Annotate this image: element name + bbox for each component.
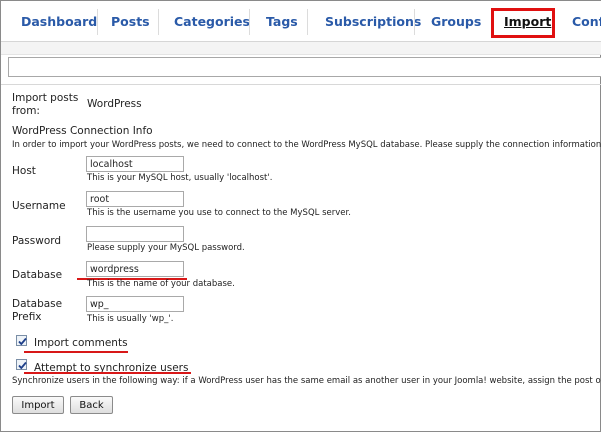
import-from-value: WordPress xyxy=(87,98,142,110)
sync-users-checkbox[interactable] xyxy=(16,359,27,370)
tab-separator xyxy=(414,9,415,35)
password-hint: Please supply your MySQL password. xyxy=(87,243,245,253)
filter-input[interactable] xyxy=(8,57,601,77)
tab-configuration[interactable]: Confi xyxy=(572,14,601,29)
import-button[interactable]: Import xyxy=(12,396,64,414)
tab-separator xyxy=(97,9,98,35)
connection-intro: In order to import your WordPress posts,… xyxy=(12,140,601,150)
password-input[interactable] xyxy=(86,226,184,242)
import-from-label-line2: from: xyxy=(12,105,40,117)
import-comments-checkbox[interactable] xyxy=(16,335,27,346)
tab-separator xyxy=(307,9,308,35)
prefix-hint: This is usually 'wp_'. xyxy=(87,314,174,324)
toolbar-strip xyxy=(1,42,601,55)
database-hint: This is the name of your database. xyxy=(87,279,235,289)
back-button[interactable]: Back xyxy=(70,396,113,414)
tab-separator xyxy=(158,9,159,35)
host-input[interactable] xyxy=(86,156,184,172)
prefix-label-line1: Database xyxy=(12,298,63,310)
database-label: Database xyxy=(12,269,63,281)
prefix-input[interactable] xyxy=(86,296,184,312)
tab-posts[interactable]: Posts xyxy=(111,14,150,29)
tab-categories[interactable]: Categories xyxy=(174,14,250,29)
username-label: Username xyxy=(12,200,66,212)
tab-separator xyxy=(249,9,250,35)
tab-bar: Dashboard Posts Categories Tags Subscrip… xyxy=(1,1,601,42)
divider xyxy=(1,84,601,85)
tab-dashboard[interactable]: Dashboard xyxy=(21,14,97,29)
host-label: Host xyxy=(12,165,36,177)
import-comments-annotation-underline xyxy=(24,351,128,353)
sync-users-annotation-underline xyxy=(24,372,191,374)
username-input[interactable] xyxy=(86,191,184,207)
check-icon xyxy=(18,361,27,370)
host-hint: This is your MySQL host, usually 'localh… xyxy=(87,173,273,183)
tab-groups[interactable]: Groups xyxy=(431,14,481,29)
database-input[interactable] xyxy=(86,261,184,277)
tab-tags[interactable]: Tags xyxy=(266,14,298,29)
password-label: Password xyxy=(12,235,62,247)
sync-users-description: Synchronize users in the following way: … xyxy=(12,376,601,386)
import-from-label-line1: Import posts xyxy=(12,92,79,104)
tab-subscriptions[interactable]: Subscriptions xyxy=(325,14,421,29)
username-hint: This is the username you use to connect … xyxy=(87,208,351,218)
import-comments-label: Import comments xyxy=(34,337,128,349)
prefix-label-line2: Prefix xyxy=(12,311,42,323)
connection-heading: WordPress Connection Info xyxy=(12,125,153,137)
tab-import[interactable]: Import xyxy=(504,14,551,29)
check-icon xyxy=(18,337,27,346)
